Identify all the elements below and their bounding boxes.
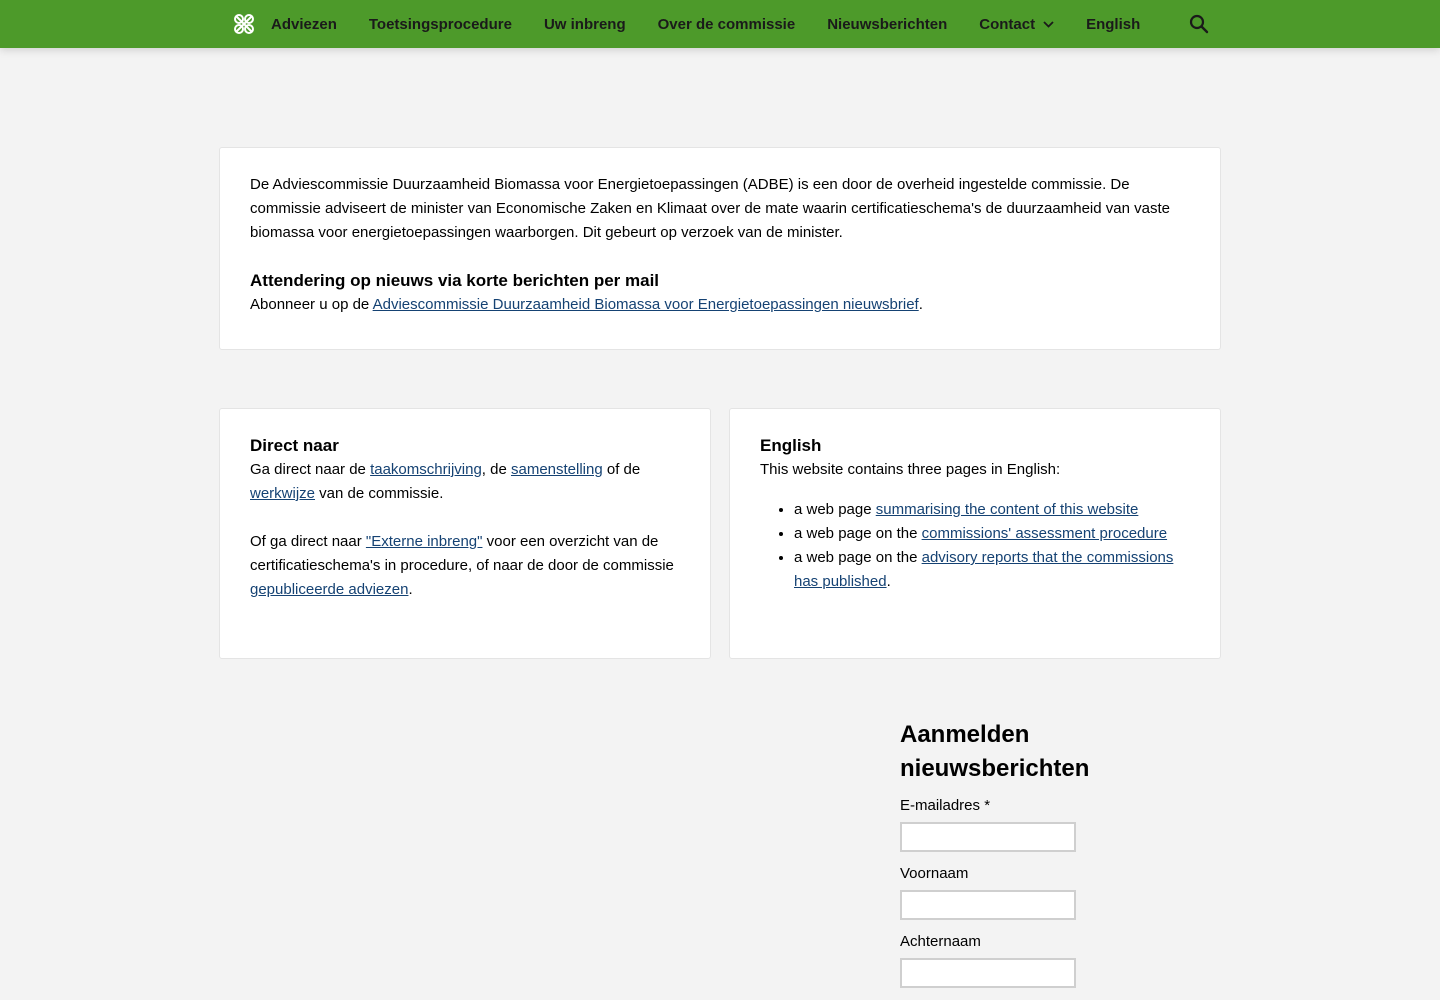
- direct-card: Direct naar Ga direct naar de taakomschr…: [219, 408, 711, 659]
- main-nav: Adviezen Toetsingsprocedure Uw inbreng O…: [271, 16, 1172, 33]
- samenstelling-link[interactable]: samenstelling: [511, 461, 603, 478]
- intro-text: De Adviescommissie Duurzaamheid Biomassa…: [250, 176, 1170, 241]
- newsletter-link[interactable]: Adviescommissie Duurzaamheid Biomassa vo…: [373, 296, 919, 313]
- english-card: English This website contains three page…: [729, 408, 1221, 659]
- gepubliceerde-adviezen-link[interactable]: gepubliceerde adviezen: [250, 581, 408, 598]
- nav-item-uw-inbreng[interactable]: Uw inbreng: [544, 16, 626, 33]
- assessment-procedure-link[interactable]: commissions' assessment procedure: [922, 525, 1167, 542]
- nav-item-nieuwsberichten[interactable]: Nieuwsberichten: [827, 16, 947, 33]
- intro-card: De Adviescommissie Duurzaamheid Biomassa…: [219, 147, 1221, 350]
- commission-logo-icon[interactable]: [220, 0, 268, 48]
- text: Ga direct naar de: [250, 461, 371, 478]
- subscribe-prefix: Abonneer u op de: [250, 296, 373, 313]
- list-item: a web page summarising the content of th…: [794, 498, 1190, 522]
- direct-paragraph-2: Of ga direct naar "Externe inbreng" voor…: [250, 530, 680, 602]
- text: a web page on the: [794, 525, 922, 542]
- text: , de: [481, 461, 511, 478]
- text: .: [408, 581, 413, 598]
- last-name-label: Achternaam: [900, 933, 981, 950]
- list-item: a web page on the advisory reports that …: [794, 546, 1190, 594]
- text: .: [886, 573, 891, 590]
- nav-label: Contact: [979, 15, 1036, 33]
- nav-label: Over de commissie: [657, 15, 796, 33]
- newsletter-heading: Aanmelden nieuwsberichten: [900, 721, 1090, 782]
- nav-item-toetsingsprocedure[interactable]: Toetsingsprocedure: [369, 16, 512, 33]
- email-label: E-mailadres *: [900, 797, 991, 814]
- taakomschrijving-link[interactable]: taakomschrijving: [370, 461, 482, 478]
- subscribe-paragraph: Abonneer u op de Adviescommissie Duurzaa…: [250, 293, 1190, 317]
- nav-label: Adviezen: [271, 15, 337, 33]
- text: a web page: [794, 501, 876, 518]
- last-name-field[interactable]: [900, 958, 1076, 988]
- nav-label: English: [1086, 15, 1141, 33]
- english-pages-list: a web page summarising the content of th…: [760, 498, 1190, 594]
- direct-heading: Direct naar: [250, 436, 339, 455]
- first-name-label: Voornaam: [900, 865, 969, 882]
- subscribe-suffix: .: [918, 296, 923, 313]
- text: van de commissie.: [315, 485, 444, 502]
- newsletter-form: Aanmelden nieuwsberichten E-mailadres * …: [900, 718, 1220, 1000]
- nav-item-contact[interactable]: Contact: [979, 16, 1054, 33]
- chevron-down-icon: [1043, 20, 1054, 28]
- direct-paragraph-1: Ga direct naar de taakomschrijving, de s…: [250, 458, 680, 506]
- werkwijze-link[interactable]: werkwijze: [250, 485, 315, 502]
- search-icon[interactable]: [1188, 13, 1210, 35]
- summary-page-link[interactable]: summarising the content of this website: [876, 501, 1139, 518]
- site-header: Adviezen Toetsingsprocedure Uw inbreng O…: [0, 0, 1440, 48]
- header-inner: Adviezen Toetsingsprocedure Uw inbreng O…: [220, 0, 1220, 48]
- externe-inbreng-link[interactable]: "Externe inbreng": [366, 533, 483, 550]
- nav-label: Nieuwsberichten: [827, 15, 948, 33]
- nav-item-english[interactable]: English: [1086, 16, 1140, 33]
- nav-label: Toetsingsprocedure: [368, 15, 512, 33]
- list-item: a web page on the commissions' assessmen…: [794, 522, 1190, 546]
- text: Of ga direct naar: [250, 533, 366, 550]
- nav-item-over-de-commissie[interactable]: Over de commissie: [658, 16, 796, 33]
- english-intro: This website contains three pages in Eng…: [760, 461, 1061, 478]
- english-heading: English: [760, 436, 822, 455]
- nav-label: Uw inbreng: [543, 15, 626, 33]
- text: of de: [602, 461, 641, 478]
- email-field[interactable]: [900, 822, 1076, 852]
- intro-heading: Attendering op nieuws via korte berichte…: [250, 271, 660, 290]
- nav-item-adviezen[interactable]: Adviezen: [271, 16, 337, 33]
- text: a web page on the: [794, 549, 922, 566]
- first-name-field[interactable]: [900, 890, 1076, 920]
